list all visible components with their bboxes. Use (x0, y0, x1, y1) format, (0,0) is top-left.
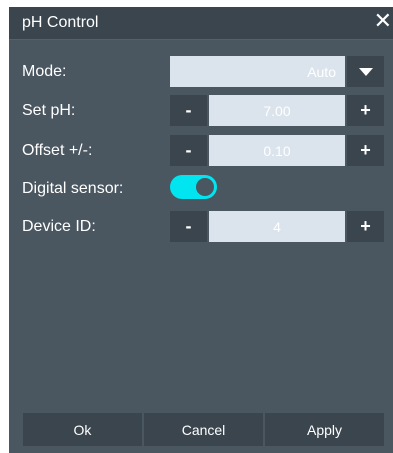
mode-select[interactable]: Auto (170, 56, 345, 87)
mode-dropdown-button[interactable] (347, 56, 384, 87)
offset-value[interactable]: 0.10 (209, 135, 345, 166)
title-bar: pH Control ✕ (9, 7, 393, 40)
close-icon[interactable]: ✕ (374, 10, 392, 34)
cancel-button[interactable]: Cancel (144, 413, 263, 446)
toggle-knob (196, 178, 214, 196)
digital-sensor-toggle[interactable] (170, 175, 217, 199)
set-ph-increment-button[interactable]: + (347, 95, 384, 126)
apply-button[interactable]: Apply (265, 413, 384, 446)
device-id-decrement-button[interactable]: - (170, 211, 207, 242)
digital-sensor-label: Digital sensor: (22, 180, 124, 197)
offset-increment-button[interactable]: + (347, 135, 384, 166)
device-id-increment-button[interactable]: + (347, 211, 384, 242)
device-id-label: Device ID: (22, 218, 96, 235)
set-ph-label: Set pH: (22, 102, 76, 119)
set-ph-decrement-button[interactable]: - (170, 95, 207, 126)
mode-label: Mode: (22, 63, 67, 80)
offset-label: Offset +/-: (22, 142, 93, 159)
offset-decrement-button[interactable]: - (170, 135, 207, 166)
set-ph-value[interactable]: 7.00 (209, 95, 345, 126)
ph-control-dialog: pH Control ✕ Mode: Auto Set pH: - 7.00 +… (9, 7, 393, 453)
device-id-value[interactable]: 4 (209, 211, 345, 242)
chevron-down-icon (358, 67, 373, 76)
ok-button[interactable]: Ok (23, 413, 142, 446)
dialog-title: pH Control (22, 14, 99, 31)
